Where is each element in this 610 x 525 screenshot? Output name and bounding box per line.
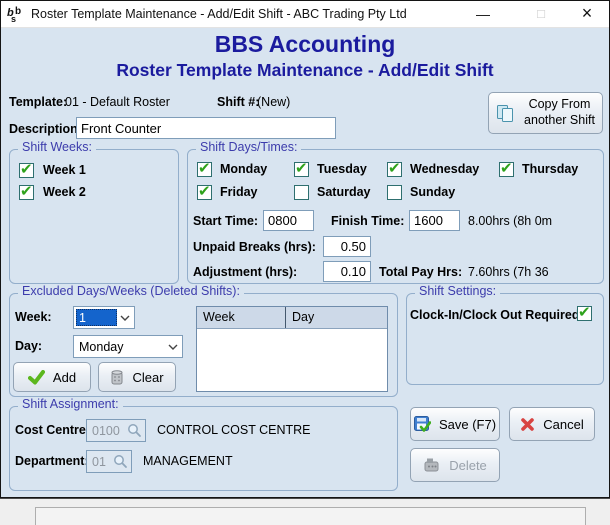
window-title: Roster Template Maintenance - Add/Edit S… — [31, 7, 407, 21]
cost-centre-code: 0100 — [92, 424, 120, 438]
tuesday-checkbox[interactable] — [294, 162, 309, 177]
background-window-panel — [35, 507, 586, 525]
week1-label: Week 1 — [43, 163, 86, 177]
adjustment-label: Adjustment (hrs): — [193, 265, 297, 279]
week1-checkbox[interactable] — [19, 163, 34, 178]
department-lookup[interactable]: 01 — [86, 450, 132, 473]
excluded-week-label: Week: — [15, 310, 52, 324]
chevron-down-icon — [120, 315, 130, 321]
shift-assignment-group — [9, 406, 398, 491]
cancel-button[interactable]: Cancel — [509, 407, 595, 441]
clear-button-label: Clear — [132, 370, 163, 385]
shift-number-label: Shift #: — [217, 95, 259, 109]
cost-centre-label: Cost Centre: — [15, 423, 90, 437]
shift-days-times-title: Shift Days/Times: — [196, 140, 301, 154]
cancel-button-label: Cancel — [543, 417, 583, 432]
excluded-week-value: 1 — [76, 309, 117, 326]
template-label: Template: — [9, 95, 67, 109]
background-window-strip — [0, 498, 610, 525]
add-button-label: Add — [53, 370, 76, 385]
eraser-icon — [110, 369, 124, 385]
excluded-day-select[interactable]: Monday — [73, 335, 183, 358]
start-time-input[interactable] — [263, 210, 314, 231]
sunday-label: Sunday — [410, 185, 455, 199]
department-name: MANAGEMENT — [143, 454, 233, 468]
excluded-table-header: Week Day — [197, 307, 387, 329]
sunday-checkbox[interactable] — [387, 185, 402, 200]
saturday-label: Saturday — [317, 185, 371, 199]
shift-number-value: (New) — [257, 95, 290, 109]
excluded-shifts-table[interactable]: Week Day — [196, 306, 388, 392]
excluded-week-select[interactable]: 1 — [73, 306, 135, 329]
description-label: Description: — [9, 122, 82, 136]
magnifier-icon[interactable] — [127, 423, 142, 438]
copy-icon — [496, 103, 516, 123]
wednesday-label: Wednesday — [410, 162, 479, 176]
column-divider — [285, 307, 286, 328]
template-value: 01 - Default Roster — [65, 95, 170, 109]
svg-text:s: s — [11, 14, 16, 23]
save-button-label: Save (F7) — [439, 417, 496, 432]
clear-button[interactable]: Clear — [98, 362, 176, 392]
week2-label: Week 2 — [43, 185, 86, 199]
monday-checkbox[interactable] — [197, 162, 212, 177]
maximize-button[interactable]: □ — [527, 3, 555, 24]
wednesday-checkbox[interactable] — [387, 162, 402, 177]
shift-weeks-group — [9, 149, 179, 284]
chevron-down-icon — [168, 344, 178, 350]
friday-checkbox[interactable] — [197, 185, 212, 200]
finish-time-input[interactable] — [409, 210, 460, 231]
add-button[interactable]: Add — [13, 362, 91, 392]
department-label: Department: — [15, 454, 89, 468]
column-header-week[interactable]: Week — [203, 310, 235, 324]
shift-weeks-title: Shift Weeks: — [18, 140, 96, 154]
save-icon — [414, 416, 431, 433]
copy-button-label: Copy From another Shift — [524, 97, 595, 128]
total-pay-value: 7.60hrs (7h 36 — [468, 265, 549, 279]
cost-centre-name: CONTROL COST CENTRE — [157, 423, 311, 437]
close-button[interactable]: × — [573, 3, 601, 24]
app-logo-icon[interactable]: b b s — [7, 5, 25, 23]
column-header-day[interactable]: Day — [292, 310, 314, 324]
title-bar: b b s Roster Template Maintenance - Add/… — [1, 1, 609, 28]
saturday-checkbox[interactable] — [294, 185, 309, 200]
description-input[interactable] — [76, 117, 336, 139]
adjustment-input[interactable] — [323, 261, 371, 282]
week2-checkbox[interactable] — [19, 185, 34, 200]
unpaid-breaks-label: Unpaid Breaks (hrs): — [193, 240, 316, 254]
shift-duration-text: 8.00hrs (8h 0m — [468, 214, 552, 228]
clock-required-label: Clock-In/Clock Out Required: — [410, 308, 584, 322]
cancel-x-icon — [520, 417, 535, 432]
total-pay-label: Total Pay Hrs: — [379, 265, 462, 279]
excluded-day-label: Day: — [15, 339, 42, 353]
copy-from-another-shift-button[interactable]: Copy From another Shift — [488, 92, 603, 134]
shift-settings-group — [406, 293, 604, 385]
delete-button-label: Delete — [449, 458, 487, 473]
tuesday-label: Tuesday — [317, 162, 367, 176]
thursday-checkbox[interactable] — [499, 162, 514, 177]
friday-label: Friday — [220, 185, 258, 199]
minimize-button[interactable]: — — [469, 3, 497, 24]
save-button[interactable]: Save (F7) — [410, 407, 500, 441]
clock-required-checkbox[interactable] — [577, 306, 592, 321]
excluded-days-title: Excluded Days/Weeks (Deleted Shifts): — [18, 284, 244, 298]
delete-icon — [423, 457, 441, 473]
delete-button[interactable]: Delete — [410, 448, 500, 482]
cost-centre-lookup[interactable]: 0100 — [86, 419, 146, 442]
monday-label: Monday — [220, 162, 267, 176]
shift-settings-title: Shift Settings: — [415, 284, 500, 298]
app-title: BBS Accounting — [1, 31, 609, 58]
finish-time-label: Finish Time: — [331, 214, 404, 228]
shift-assignment-title: Shift Assignment: — [18, 397, 123, 411]
start-time-label: Start Time: — [193, 214, 258, 228]
unpaid-breaks-input[interactable] — [323, 236, 371, 257]
excluded-day-value: Monday — [79, 340, 123, 354]
thursday-label: Thursday — [522, 162, 578, 176]
magnifier-icon[interactable] — [113, 454, 128, 469]
department-code: 01 — [92, 455, 106, 469]
page-title: Roster Template Maintenance - Add/Edit S… — [1, 60, 609, 81]
dialog-window: b b s Roster Template Maintenance - Add/… — [0, 0, 610, 498]
check-icon — [28, 370, 45, 385]
